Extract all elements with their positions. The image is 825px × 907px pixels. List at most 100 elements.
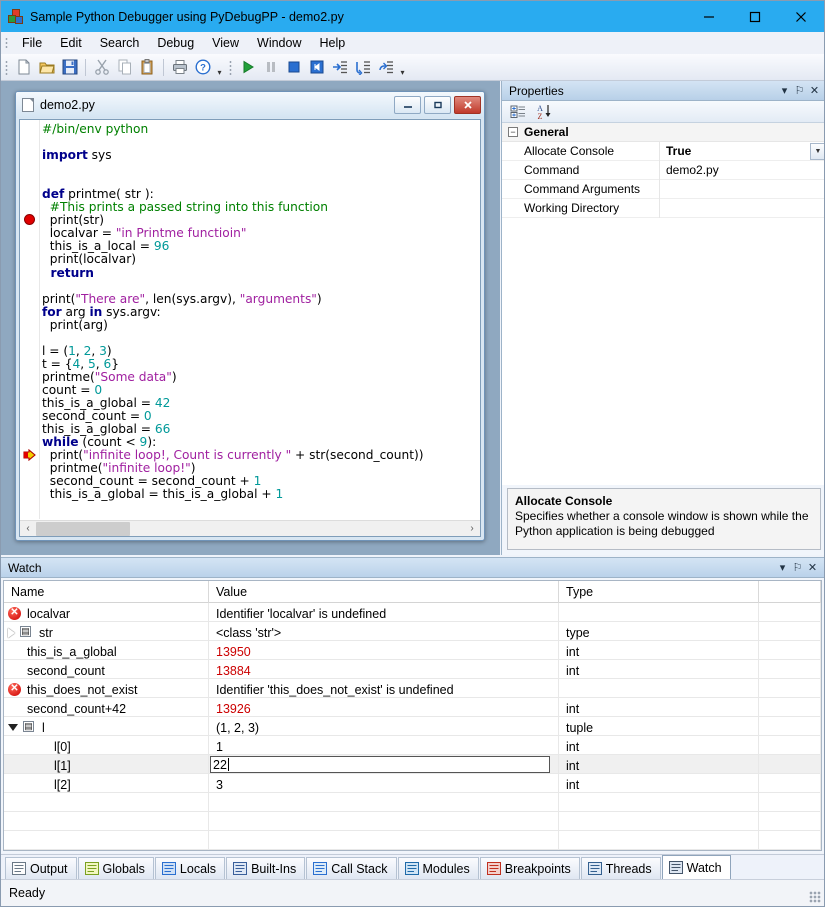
- watch-cell-name[interactable]: ▤ l: [4, 717, 209, 736]
- tab-globals[interactable]: Globals: [77, 857, 154, 879]
- watch-cell-value[interactable]: Identifier 'this_does_not_exist' is unde…: [209, 679, 559, 698]
- tree-expand-icon[interactable]: [8, 627, 15, 638]
- watch-row[interactable]: second_count+42 13926 int: [4, 698, 821, 717]
- watch-pin-icon[interactable]: ⚐: [790, 560, 805, 576]
- watch-cell-name[interactable]: this_is_a_global: [4, 641, 209, 660]
- scroll-left-icon[interactable]: ‹: [20, 521, 36, 537]
- watch-cell-name[interactable]: l[2]: [4, 774, 209, 793]
- watch-cell-value[interactable]: <class 'str'>: [209, 622, 559, 641]
- watch-row-empty[interactable]: [4, 793, 821, 812]
- category-expander-icon[interactable]: −: [508, 127, 518, 137]
- pause-icon[interactable]: [259, 56, 282, 79]
- watch-cell-value[interactable]: (1, 2, 3): [209, 717, 559, 736]
- step-into-icon[interactable]: [328, 56, 351, 79]
- properties-pin-icon[interactable]: ⚐: [792, 83, 807, 99]
- watch-cell-name[interactable]: second_count+42: [4, 698, 209, 717]
- toolbar-overflow-2[interactable]: ▾: [397, 56, 408, 79]
- watch-cell-name[interactable]: ✕ localvar: [4, 603, 209, 622]
- watch-row[interactable]: ▤ l (1, 2, 3) tuple: [4, 717, 821, 736]
- restart-icon[interactable]: [305, 56, 328, 79]
- property-dropdown-icon[interactable]: ▼: [810, 142, 824, 160]
- column-header-extra[interactable]: [759, 581, 821, 603]
- property-row-allocate-console[interactable]: Allocate Console True ▼: [502, 141, 824, 161]
- property-value-field[interactable]: [660, 180, 824, 199]
- tab-modules[interactable]: Modules: [397, 857, 479, 879]
- watch-row[interactable]: ✕ this_does_not_exist Identifier 'this_doe…: [4, 679, 821, 698]
- tab-call-stack[interactable]: Call Stack: [306, 857, 397, 879]
- scroll-right-icon[interactable]: ›: [464, 521, 480, 537]
- tree-collapse-icon[interactable]: [8, 724, 18, 731]
- watch-cell-value[interactable]: 13950: [209, 641, 559, 660]
- watch-row[interactable]: ✕ localvar Identifier 'localvar' is undefi…: [4, 603, 821, 622]
- watch-cell-value[interactable]: 13926: [209, 698, 559, 717]
- watch-row[interactable]: ▤ str <class 'str'> type: [4, 622, 821, 641]
- categorized-view-icon[interactable]: [508, 102, 528, 121]
- editor-minimize-button[interactable]: [394, 96, 421, 114]
- properties-category-general[interactable]: − General: [502, 123, 824, 142]
- watch-dropdown-icon[interactable]: ▾: [775, 560, 790, 576]
- minimize-button[interactable]: [686, 1, 732, 32]
- watch-cell-value[interactable]: 22: [209, 755, 559, 774]
- editor-horizontal-scrollbar[interactable]: ‹ ›: [20, 520, 480, 536]
- editor-gutter[interactable]: [20, 120, 40, 519]
- scrollbar-thumb[interactable]: [36, 521, 130, 536]
- resize-grip[interactable]: [809, 891, 821, 903]
- menu-edit[interactable]: Edit: [51, 33, 91, 53]
- watch-cell-value[interactable]: 13884: [209, 660, 559, 679]
- watch-cell-name[interactable]: ✕ this_does_not_exist: [4, 679, 209, 698]
- step-over-icon[interactable]: [351, 56, 374, 79]
- menu-help[interactable]: Help: [311, 33, 355, 53]
- editor-restore-button[interactable]: [424, 96, 451, 114]
- scrollbar-track[interactable]: [36, 521, 464, 537]
- help-icon[interactable]: ?: [191, 56, 214, 79]
- toolbar-overflow-1[interactable]: ▾: [214, 56, 225, 79]
- menu-view[interactable]: View: [203, 33, 248, 53]
- properties-dropdown-icon[interactable]: ▾: [777, 83, 792, 99]
- code-text[interactable]: #/bin/env python import sys def printme(…: [42, 122, 480, 519]
- close-button[interactable]: [778, 1, 824, 32]
- watch-row[interactable]: l[1] 22 int: [4, 755, 821, 774]
- watch-row-empty[interactable]: [4, 812, 821, 831]
- alphabetical-sort-icon[interactable]: A Z: [534, 102, 554, 121]
- watch-close-icon[interactable]: ✕: [805, 560, 820, 576]
- menu-grip[interactable]: [5, 36, 8, 50]
- toolbar-grip-1[interactable]: [5, 59, 8, 75]
- watch-value-edit-input[interactable]: 22: [210, 756, 550, 773]
- toolbar-grip-2[interactable]: [229, 59, 232, 75]
- watch-row[interactable]: l[2] 3 int: [4, 774, 821, 793]
- watch-cell-value[interactable]: 3: [209, 774, 559, 793]
- watch-row[interactable]: second_count 13884 int: [4, 660, 821, 679]
- property-value-field[interactable]: demo2.py: [660, 161, 824, 180]
- open-folder-icon[interactable]: [35, 56, 58, 79]
- copy-icon[interactable]: [113, 56, 136, 79]
- watch-cell-name[interactable]: second_count: [4, 660, 209, 679]
- watch-row[interactable]: l[0] 1 int: [4, 736, 821, 755]
- stop-icon[interactable]: [282, 56, 305, 79]
- breakpoint-marker[interactable]: [24, 214, 35, 225]
- watch-cell-name[interactable]: l[1]: [4, 755, 209, 774]
- save-icon[interactable]: [58, 56, 81, 79]
- column-header-name[interactable]: Name: [4, 581, 209, 603]
- menu-window[interactable]: Window: [248, 33, 310, 53]
- print-icon[interactable]: [168, 56, 191, 79]
- property-value-field[interactable]: True ▼: [660, 142, 824, 161]
- watch-row[interactable]: this_is_a_global 13950 int: [4, 641, 821, 660]
- tab-breakpoints[interactable]: Breakpoints: [479, 857, 580, 879]
- watch-cell-name[interactable]: l[0]: [4, 736, 209, 755]
- maximize-button[interactable]: [732, 1, 778, 32]
- column-header-type[interactable]: Type: [559, 581, 759, 603]
- tab-locals[interactable]: Locals: [154, 857, 226, 879]
- property-value-field[interactable]: [660, 199, 824, 218]
- editor-close-button[interactable]: [454, 96, 481, 114]
- paste-icon[interactable]: [136, 56, 159, 79]
- property-row-command[interactable]: Command demo2.py: [502, 160, 824, 180]
- menu-search[interactable]: Search: [91, 33, 149, 53]
- watch-row-empty[interactable]: [4, 831, 821, 850]
- watch-cell-name[interactable]: ▤ str: [4, 622, 209, 641]
- menu-file[interactable]: File: [13, 33, 51, 53]
- watch-cell-value[interactable]: 1: [209, 736, 559, 755]
- watch-cell-value[interactable]: Identifier 'localvar' is undefined: [209, 603, 559, 622]
- property-row-working-directory[interactable]: Working Directory: [502, 198, 824, 218]
- properties-close-icon[interactable]: ✕: [807, 83, 822, 99]
- tab-threads[interactable]: Threads: [580, 857, 661, 879]
